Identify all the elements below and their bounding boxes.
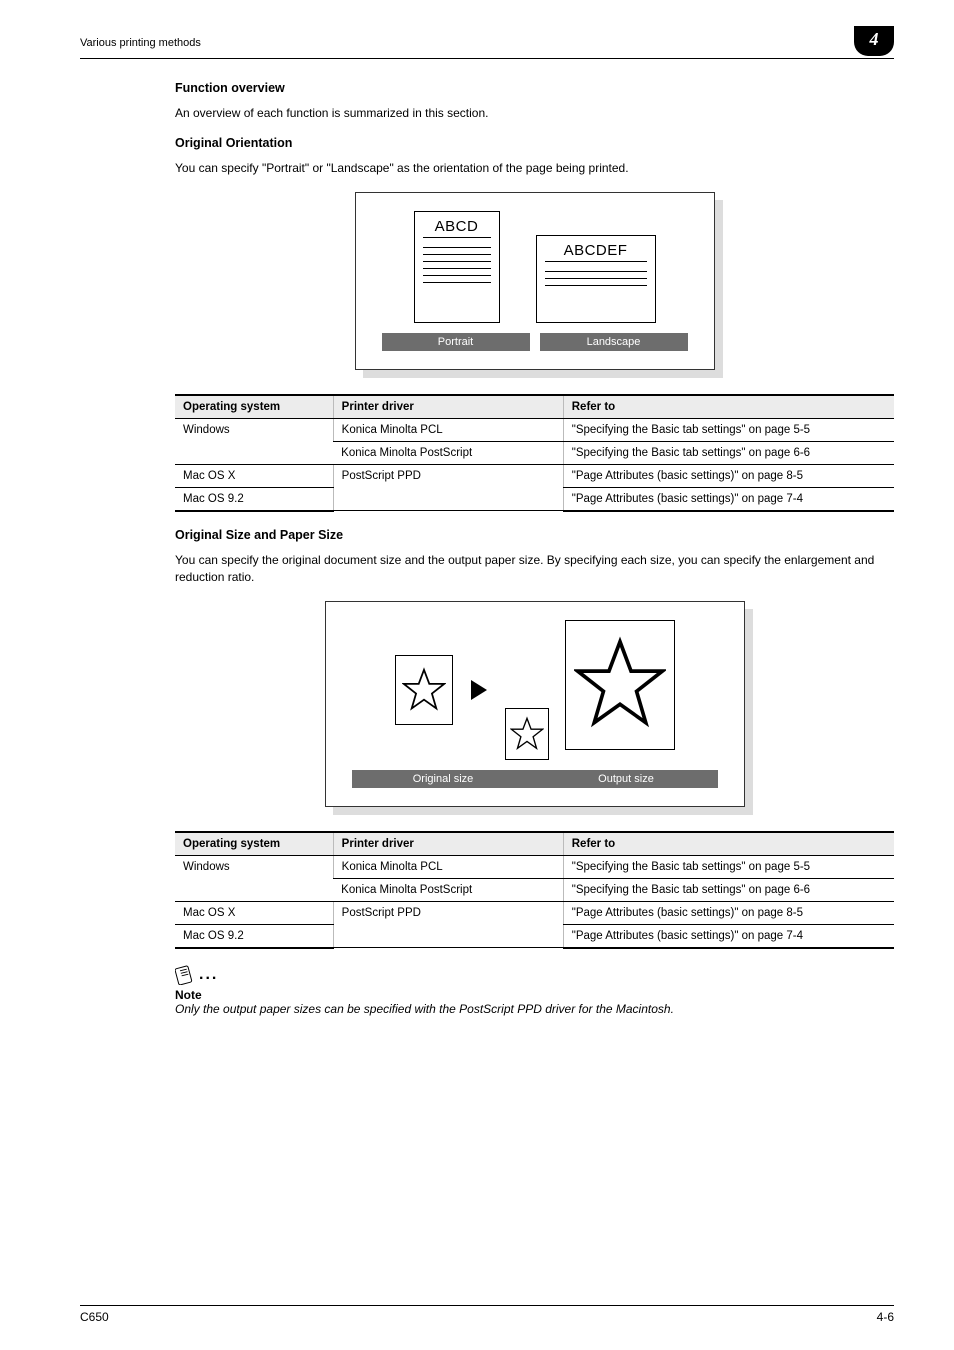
original-size-icon xyxy=(395,655,453,725)
table-row: Windows Konica Minolta PCL "Specifying t… xyxy=(175,418,894,441)
body-original-orientation: You can specify "Portrait" or "Landscape… xyxy=(175,160,894,177)
chapter-badge: 4 xyxy=(854,26,894,56)
note-label: Note xyxy=(175,988,894,1002)
note-block: ... Note Only the output paper sizes can… xyxy=(175,965,894,1016)
caption-output-size: Output size xyxy=(535,770,718,788)
orientation-table: Operating system Printer driver Refer to… xyxy=(175,394,894,512)
page-footer: C650 4-6 xyxy=(80,1305,894,1324)
table-row: Windows Konica Minolta PCL "Specifying t… xyxy=(175,855,894,878)
arrow-icon xyxy=(471,680,487,700)
portrait-page-icon: ABCD xyxy=(414,211,500,323)
caption-original-size: Original size xyxy=(352,770,535,788)
heading-function-overview: Function overview xyxy=(175,81,894,95)
orientation-illustration: ABCD ABCDEF Portrait Landscape xyxy=(355,192,715,370)
footer-right: 4-6 xyxy=(877,1310,894,1324)
table-row: Mac OS X PostScript PPD "Page Attributes… xyxy=(175,464,894,487)
body-function-overview: An overview of each function is summariz… xyxy=(175,105,894,122)
size-illustration: Original size Output size xyxy=(325,601,745,807)
note-text: Only the output paper sizes can be speci… xyxy=(175,1002,894,1016)
th-os: Operating system xyxy=(175,832,333,856)
note-icon xyxy=(175,965,195,985)
landscape-page-icon: ABCDEF xyxy=(536,235,656,323)
footer-left: C650 xyxy=(80,1310,109,1324)
heading-original-orientation: Original Orientation xyxy=(175,136,894,150)
th-refer: Refer to xyxy=(563,832,894,856)
th-refer: Refer to xyxy=(563,395,894,419)
heading-original-size: Original Size and Paper Size xyxy=(175,528,894,542)
header-section-name: Various printing methods xyxy=(80,37,201,49)
th-driver: Printer driver xyxy=(333,832,563,856)
th-driver: Printer driver xyxy=(333,395,563,419)
th-os: Operating system xyxy=(175,395,333,419)
output-size-icon xyxy=(505,620,675,760)
caption-portrait: Portrait xyxy=(382,333,530,351)
table-row: Mac OS X PostScript PPD "Page Attributes… xyxy=(175,901,894,924)
size-table: Operating system Printer driver Refer to… xyxy=(175,831,894,949)
caption-landscape: Landscape xyxy=(540,333,688,351)
page-header: Various printing methods 4 xyxy=(80,30,894,59)
body-original-size: You can specify the original document si… xyxy=(175,552,894,587)
